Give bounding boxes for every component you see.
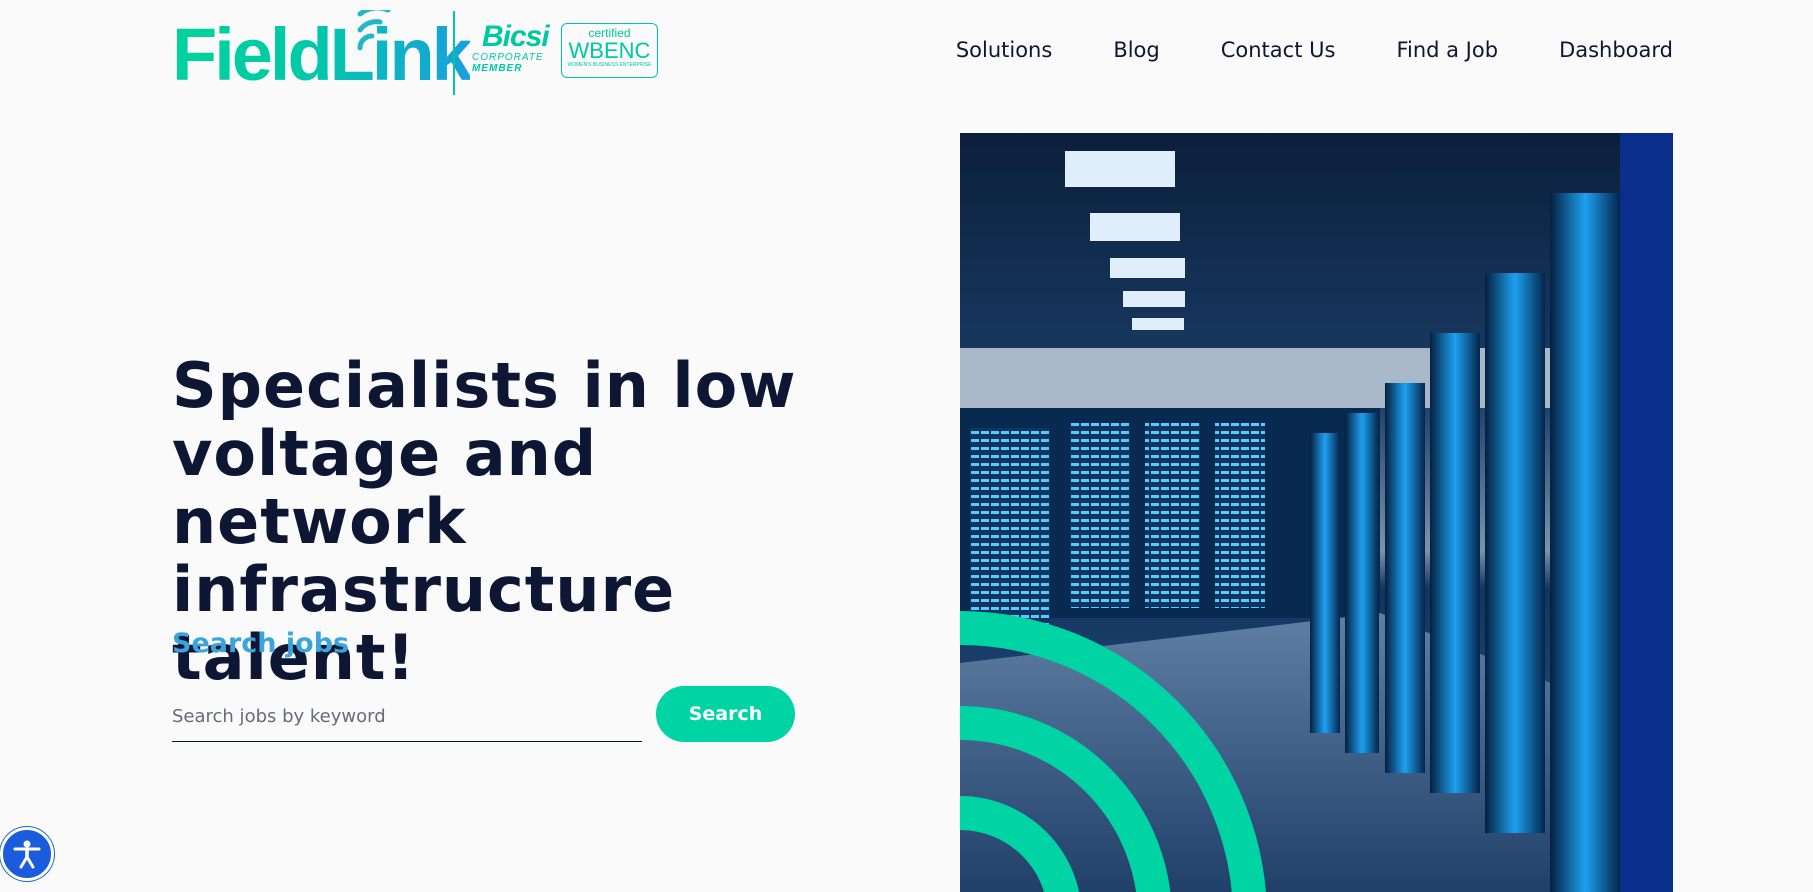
nav-find-a-job[interactable]: Find a Job [1396,38,1498,62]
nav-contact-us[interactable]: Contact Us [1221,38,1336,62]
hero-image-datacenter [960,133,1673,892]
logo-divider [453,11,455,95]
nav-blog[interactable]: Blog [1113,38,1159,62]
wbenc-sub: WOMEN'S BUSINESS ENTERPRISE [567,62,652,68]
fieldlink-logo[interactable]: FieldLink [172,10,473,96]
bicsi-badge: Bicsi CORPORATE MEMBER [472,22,558,82]
search-input[interactable] [172,692,642,742]
wbenc-badge: certified WBENC WOMEN'S BUSINESS ENTERPR… [561,23,658,78]
bicsi-line-2: MEMBER [472,63,523,74]
nav-dashboard[interactable]: Dashboard [1559,38,1673,62]
logo-text: FieldLink [172,13,473,96]
wbenc-name: WBENC [568,38,651,63]
bicsi-line-1: CORPORATE [472,52,544,63]
search-button[interactable]: Search [656,686,795,742]
accessibility-button[interactable] [0,827,54,881]
bicsi-name: Bicsi [482,20,550,53]
main-nav: Solutions Blog Contact Us Find a Job Das… [895,38,1673,62]
site-header: FieldLink Bicsi CORPORATE MEMBER certifi… [0,0,1813,110]
search-jobs-heading: Search jobs [172,628,350,659]
accessibility-icon [13,840,41,869]
logo-wifi-icon [357,10,391,51]
nav-solutions[interactable]: Solutions [956,38,1053,62]
